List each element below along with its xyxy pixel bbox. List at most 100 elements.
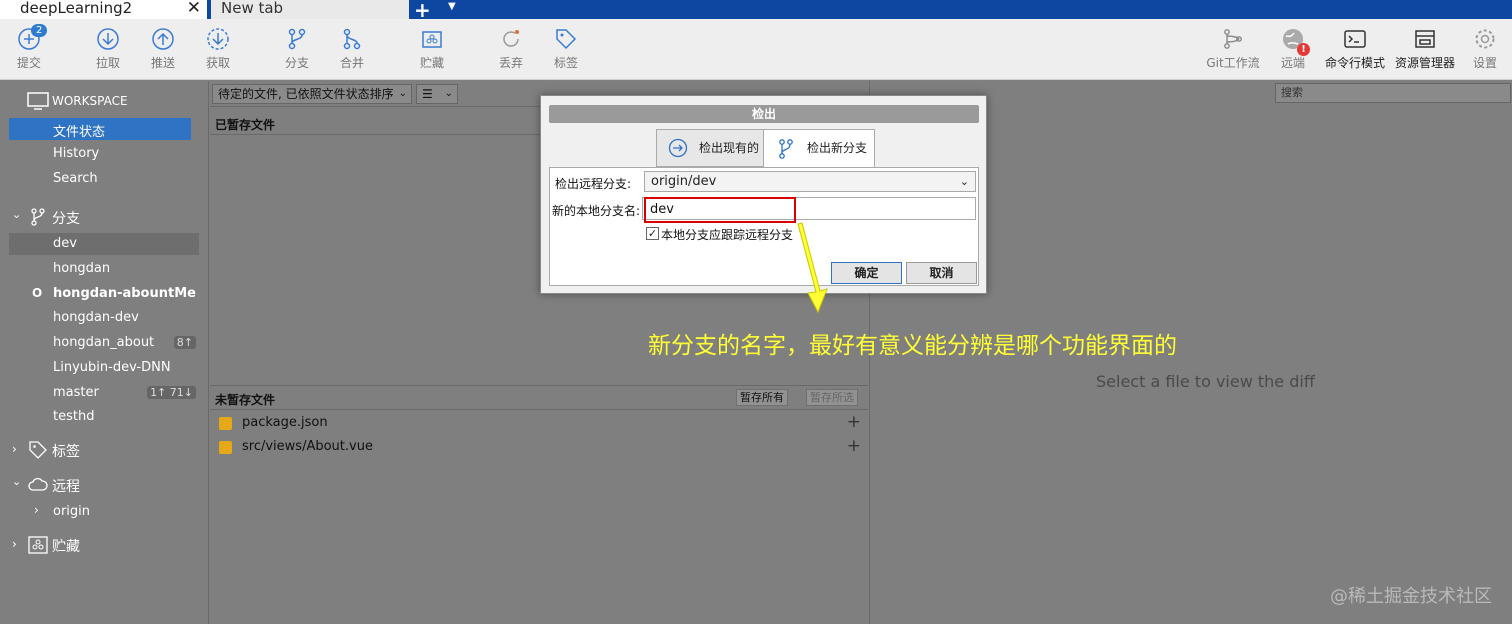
stashes-header[interactable]: 贮藏 [52,536,80,556]
file-filter-select[interactable]: 待定的文件, 已依照文件状态排序 ⌄ [212,84,412,104]
chevron-down-icon: ⌄ [398,88,407,99]
arrow-right-circle-icon [668,138,688,158]
stage-file-icon[interactable]: + [847,412,861,432]
cloud-icon [28,477,48,491]
stash-icon [422,31,442,48]
list-item[interactable]: package.json + [219,412,867,436]
unstaged-header: 未暂存文件 暂存所有 暂存所选 [210,385,868,410]
stage-file-icon[interactable]: + [847,436,861,456]
tab-bar: deepLearning2 ✕ New tab + ▼ [0,0,1512,22]
stash-icon [28,536,48,554]
push-label: 推送 [150,56,175,70]
local-branch-label: 新的本地分支名: [552,204,641,218]
remote-branch-select[interactable]: origin/dev ⌄ [644,171,976,192]
tags-header[interactable]: 标签 [52,441,80,461]
branch-button[interactable]: 分支 [267,27,327,71]
chevron-right-icon[interactable]: › [34,503,39,517]
ok-button[interactable]: 确定 [831,262,902,284]
sidebar-branch-testhd[interactable]: testhd [53,409,94,424]
settings-button[interactable]: 设置 [1458,27,1512,71]
tab-deeplearning2[interactable]: deepLearning2 ✕ [0,0,207,19]
tag-button[interactable]: 标签 [536,27,596,71]
terminal-label: 命令行模式 [1324,56,1385,70]
sidebar: WORKSPACE 文件状态 History Search ⌄ 分支 dev h… [0,81,209,624]
ahead-count-badge: 8↑ [173,336,196,349]
search-input[interactable]: 搜索 [1275,83,1511,103]
ahead-behind-count-badge: 1↑ 71↓ [147,386,196,399]
list-item[interactable]: src/views/About.vue + [219,436,867,460]
staged-header-label: 已暂存文件 [215,118,276,132]
fetch-icon [207,28,229,50]
sidebar-branch-hongdan-about[interactable]: hongdan_about [53,335,154,350]
cancel-button[interactable]: 取消 [906,262,977,284]
branch-icon [288,28,306,50]
remote-button[interactable]: ! 远端 [1263,27,1323,71]
watermark: @稀土掘金技术社区 [1330,586,1492,607]
pull-button[interactable]: 拉取 [78,27,138,71]
push-icon [152,28,174,50]
diff-placeholder: Select a file to view the diff [1096,372,1315,391]
modified-file-icon [219,417,232,430]
merge-label: 合并 [339,56,364,70]
local-branch-input-highlight[interactable]: dev [644,197,796,223]
merge-button[interactable]: 合并 [322,27,382,71]
sidebar-branch-hongdan-abountme[interactable]: hongdan-abountMe [53,286,196,301]
sidebar-branch-master[interactable]: master [53,385,99,400]
chevron-right-icon[interactable]: › [12,537,17,551]
explorer-icon [1415,30,1435,48]
commit-count-badge: 2 [31,24,48,37]
track-remote-checkbox[interactable]: ✓ [646,227,659,240]
sidebar-branch-hongdan-dev[interactable]: hongdan-dev [53,310,139,325]
tab-checkout-existing[interactable]: 检出现有的 [656,129,764,167]
toolbar: 2 提交 拉取 推送 获取 分支 合并 贮藏 丢弃 标签 Git工作流 ! 远端 [0,19,1512,80]
sidebar-item-file-status[interactable]: 文件状态 [53,121,105,140]
tab-label: New tab [221,0,284,17]
commit-button[interactable]: 2 提交 [0,24,59,71]
chevron-down-icon[interactable]: ⌄ [12,208,21,221]
workspace-header: WORKSPACE [52,94,128,108]
branch-dev-highlight [9,233,199,255]
tab-new-tab[interactable]: New tab [211,0,409,19]
dialog-title: 检出 [549,105,979,123]
stage-selected-button[interactable]: 暂存所选 [806,389,858,406]
discard-button[interactable]: 丢弃 [481,27,541,71]
branch-icon [779,139,793,159]
file-name: package.json [242,415,328,430]
sidebar-branch-hongdan[interactable]: hongdan [53,261,110,276]
branches-header[interactable]: 分支 [52,208,80,228]
terminal-button[interactable]: 命令行模式 [1323,27,1387,71]
current-branch-icon: O [32,286,43,300]
chevron-down-icon: ⌄ [444,88,453,99]
sidebar-branch-linyubin-dev-dnn[interactable]: Linyubin-dev-DNN [53,360,171,375]
explorer-label: 资源管理器 [1394,56,1455,70]
git-flow-button[interactable]: Git工作流 [1203,27,1263,71]
chevron-down-icon[interactable]: ⌄ [12,475,21,488]
sidebar-branch-dev[interactable]: dev [53,236,77,251]
sidebar-item-history[interactable]: History [53,146,99,161]
file-name: src/views/About.vue [242,439,373,454]
remote-branch-label: 检出远程分支: [555,177,632,191]
pull-icon [97,28,119,50]
new-branch-form: 检出远程分支: origin/dev ⌄ 新的本地分支名: dev ✓ 本地分支… [549,167,979,286]
explorer-button[interactable]: 资源管理器 [1392,27,1458,71]
close-icon[interactable]: ✕ [187,0,201,17]
stage-all-button[interactable]: 暂存所有 [736,389,788,406]
remotes-header[interactable]: 远程 [52,476,80,496]
sidebar-item-search[interactable]: Search [53,171,98,186]
stash-button[interactable]: 贮藏 [402,27,462,71]
fetch-label: 获取 [205,56,230,70]
commit-label: 提交 [16,56,41,70]
annotation-arrow [797,222,828,314]
branch-label: 分支 [284,56,309,70]
git-flow-label: Git工作流 [1206,56,1260,70]
tab-checkout-new-branch[interactable]: 检出新分支 [763,129,875,168]
track-remote-label: 本地分支应跟踪远程分支 [661,228,794,242]
view-mode-select[interactable]: ☰ ⌄ [416,84,458,104]
push-button[interactable]: 推送 [133,27,193,71]
fetch-button[interactable]: 获取 [188,27,248,71]
pull-label: 拉取 [95,56,120,70]
tag-icon [29,441,47,459]
chevron-right-icon[interactable]: › [12,442,17,456]
sidebar-remote-origin[interactable]: origin [53,504,90,519]
chevron-down-icon[interactable]: ▼ [448,1,456,12]
